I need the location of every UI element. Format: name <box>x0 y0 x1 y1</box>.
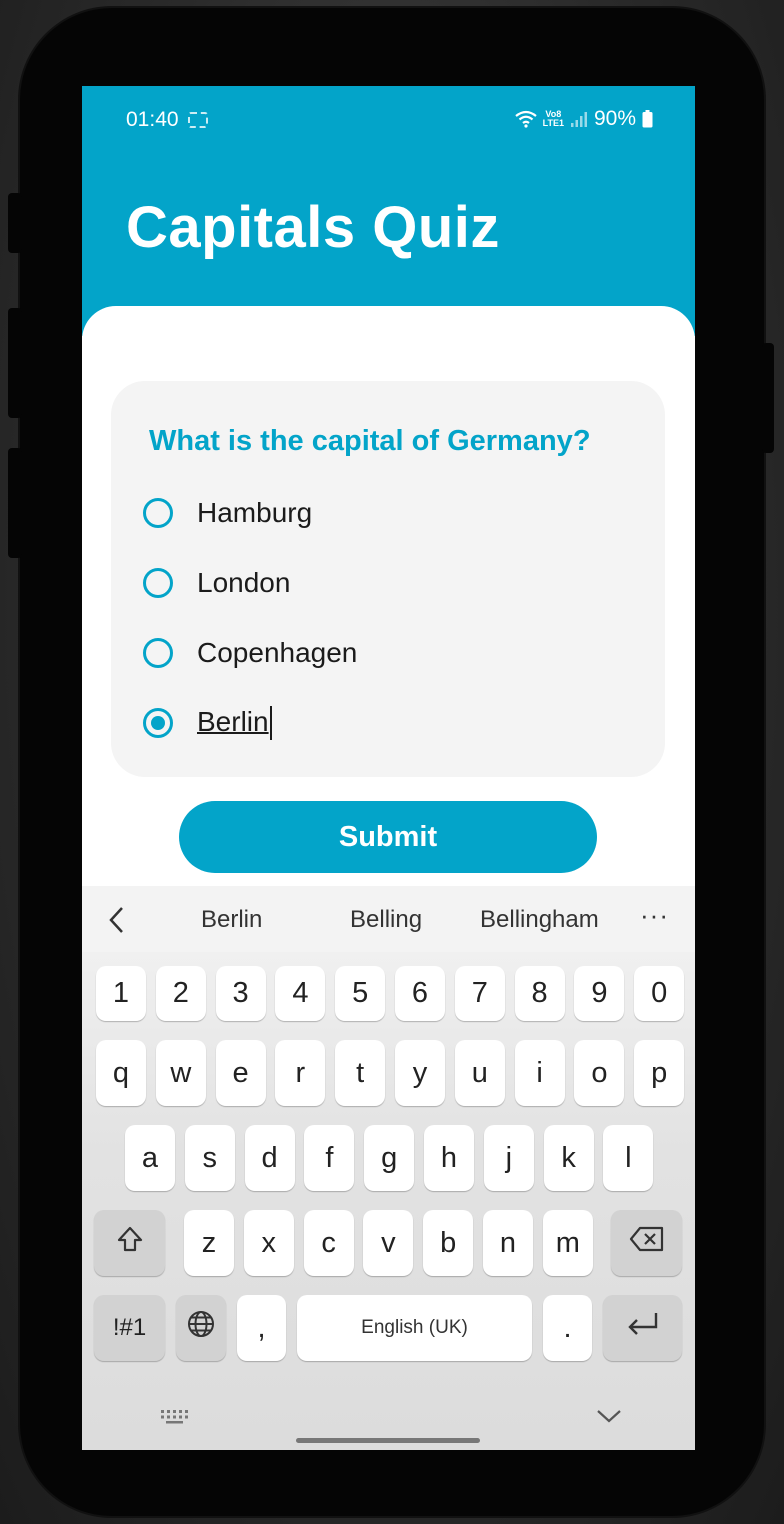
chevron-down-icon[interactable] <box>595 1407 623 1430</box>
phone-screen: Capitals Quiz 01:40 Vo8 LTE1 90% What is… <box>82 86 695 1450</box>
letter-key[interactable]: l <box>603 1125 654 1191</box>
letter-key[interactable]: f <box>304 1125 355 1191</box>
letter-key[interactable]: m <box>542 1210 593 1276</box>
battery-percent: 90% <box>593 107 636 130</box>
radio-button-selected[interactable] <box>143 708 173 738</box>
volte-bottom-label: LTE1 <box>542 118 564 128</box>
symbols-key[interactable]: !#1 <box>94 1295 165 1361</box>
screenshot-frame-icon <box>188 112 208 128</box>
suggestion-item[interactable]: Belling <box>350 906 422 934</box>
option-label: Hamburg <box>197 497 313 528</box>
letter-key[interactable]: q <box>96 1040 146 1106</box>
text-caret <box>269 706 272 741</box>
backspace-icon <box>629 1226 665 1260</box>
home-indicator <box>296 1438 480 1443</box>
period-key[interactable]: . <box>543 1295 592 1361</box>
number-key[interactable]: 0 <box>634 966 685 1021</box>
letter-key[interactable]: b <box>423 1210 474 1276</box>
letter-key[interactable]: p <box>634 1040 685 1106</box>
main-content: What is the capital of Germany? Hamburg … <box>82 306 695 906</box>
letter-key[interactable]: d <box>244 1125 295 1191</box>
letter-key[interactable]: s <box>184 1125 235 1191</box>
status-time: 01:40 <box>126 108 179 131</box>
comma-key[interactable]: , <box>237 1295 286 1361</box>
more-options-icon[interactable]: ··· <box>640 900 669 931</box>
option-london[interactable]: London <box>141 558 621 608</box>
letter-key[interactable]: i <box>514 1040 565 1106</box>
enter-icon <box>625 1310 661 1346</box>
number-key[interactable]: 4 <box>275 966 326 1021</box>
number-key[interactable]: 9 <box>574 966 625 1021</box>
shift-icon <box>115 1224 145 1262</box>
option-hamburg[interactable]: Hamburg <box>141 488 621 538</box>
signal-icon <box>570 110 588 128</box>
letter-key[interactable]: v <box>363 1210 414 1276</box>
option-label-editing[interactable]: Berlin <box>197 706 272 741</box>
letter-key[interactable]: o <box>574 1040 625 1106</box>
quiz-card: What is the capital of Germany? Hamburg … <box>111 381 665 777</box>
option-label: Copenhagen <box>197 637 358 668</box>
bixby-button <box>8 448 22 558</box>
number-key[interactable]: 1 <box>96 966 146 1021</box>
letter-key[interactable]: k <box>543 1125 594 1191</box>
page-title: Capitals Quiz <box>126 195 500 260</box>
language-key[interactable] <box>176 1295 226 1361</box>
number-key[interactable]: 5 <box>335 966 386 1021</box>
letter-key[interactable]: y <box>395 1040 445 1106</box>
status-icons: Vo8 LTE1 90% <box>514 107 653 131</box>
letter-key[interactable]: c <box>303 1210 354 1276</box>
radio-button[interactable] <box>143 498 173 528</box>
option-label-text: Berlin <box>197 705 269 737</box>
letter-key[interactable]: h <box>424 1125 474 1191</box>
space-key[interactable]: English (UK) <box>297 1295 532 1361</box>
volume-button <box>8 308 22 418</box>
letter-key[interactable]: g <box>364 1125 415 1191</box>
letter-key[interactable]: r <box>275 1040 326 1106</box>
backspace-key[interactable] <box>611 1210 682 1276</box>
question-text: What is the capital of Germany? <box>149 425 591 457</box>
letter-key[interactable]: a <box>125 1125 175 1191</box>
power-button <box>762 343 774 453</box>
letter-key[interactable]: z <box>184 1210 234 1276</box>
chevron-left-icon[interactable] <box>108 906 126 939</box>
letter-key[interactable]: n <box>483 1210 533 1276</box>
letter-key[interactable]: e <box>215 1040 266 1106</box>
letter-key[interactable]: t <box>335 1040 386 1106</box>
submit-button[interactable]: Submit <box>179 801 597 873</box>
shift-key[interactable] <box>94 1210 165 1276</box>
option-copenhagen[interactable]: Copenhagen <box>141 628 621 678</box>
status-bar: 01:40 Vo8 LTE1 90% <box>82 86 695 156</box>
letter-key[interactable]: u <box>454 1040 505 1106</box>
option-label: London <box>197 567 291 598</box>
number-key[interactable]: 2 <box>155 966 206 1021</box>
keyboard-suggestion-bar: Berlin Belling Bellingham ··· <box>82 886 695 952</box>
volume-button <box>8 193 22 253</box>
option-berlin[interactable]: Berlin <box>141 698 621 748</box>
keyboard-icon[interactable] <box>160 1409 190 1430</box>
globe-icon <box>186 1309 216 1347</box>
suggestion-item[interactable]: Berlin <box>201 906 262 934</box>
number-key[interactable]: 6 <box>395 966 445 1021</box>
on-screen-keyboard: 1234567890 qwertyuiop asdfghjkl zxcvbnm … <box>82 952 695 1450</box>
number-key[interactable]: 7 <box>454 966 505 1021</box>
suggestion-item[interactable]: Bellingham <box>480 906 599 934</box>
letter-key[interactable]: j <box>483 1125 534 1191</box>
volte-indicator: Vo8 LTE1 <box>543 110 564 128</box>
letter-key[interactable]: x <box>243 1210 294 1276</box>
letter-key[interactable]: w <box>155 1040 206 1106</box>
battery-icon <box>642 110 653 128</box>
number-key[interactable]: 3 <box>215 966 266 1021</box>
number-key[interactable]: 8 <box>514 966 565 1021</box>
wifi-icon <box>514 110 537 128</box>
radio-button[interactable] <box>143 638 173 668</box>
radio-button[interactable] <box>143 568 173 598</box>
enter-key[interactable] <box>603 1295 682 1361</box>
